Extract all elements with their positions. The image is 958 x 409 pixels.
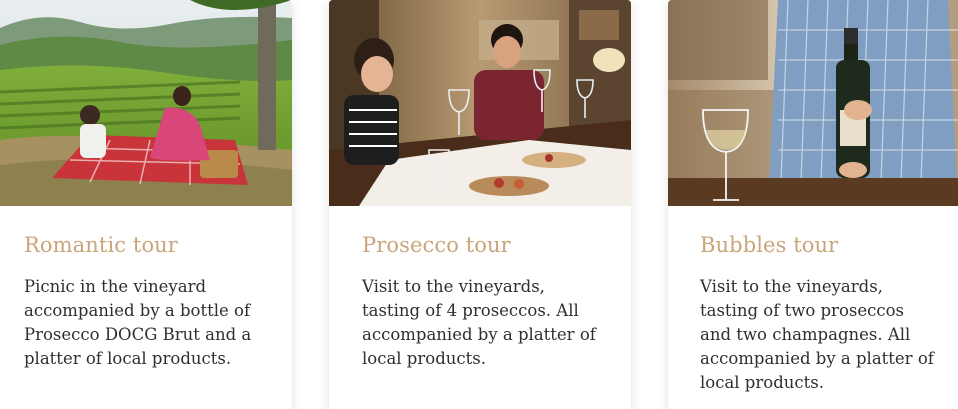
- tour-title[interactable]: Prosecco tour: [362, 232, 631, 258]
- tour-cards: Romantic tour Picnic in the vineyard acc…: [0, 0, 958, 409]
- tour-card-romantic[interactable]: Romantic tour Picnic in the vineyard acc…: [0, 0, 292, 409]
- tour-card-bubbles[interactable]: Bubbles tour Visit to the vineyards, tas…: [668, 0, 958, 409]
- tour-title[interactable]: Bubbles tour: [700, 232, 958, 258]
- tour-description: Visit to the vineyards, tasting of 4 pro…: [362, 277, 596, 368]
- tour-description: Visit to the vineyards, tasting of two p…: [700, 277, 934, 392]
- tour-title[interactable]: Romantic tour: [24, 232, 292, 258]
- tour-card-prosecco[interactable]: Prosecco tour Visit to the vineyards, ta…: [329, 0, 631, 409]
- wine-tasting-photo[interactable]: [329, 0, 631, 206]
- champagne-bottle-photo[interactable]: [668, 0, 958, 206]
- tour-description: Picnic in the vineyard accompanied by a …: [24, 277, 252, 368]
- picnic-in-vineyard-photo[interactable]: [0, 0, 292, 206]
